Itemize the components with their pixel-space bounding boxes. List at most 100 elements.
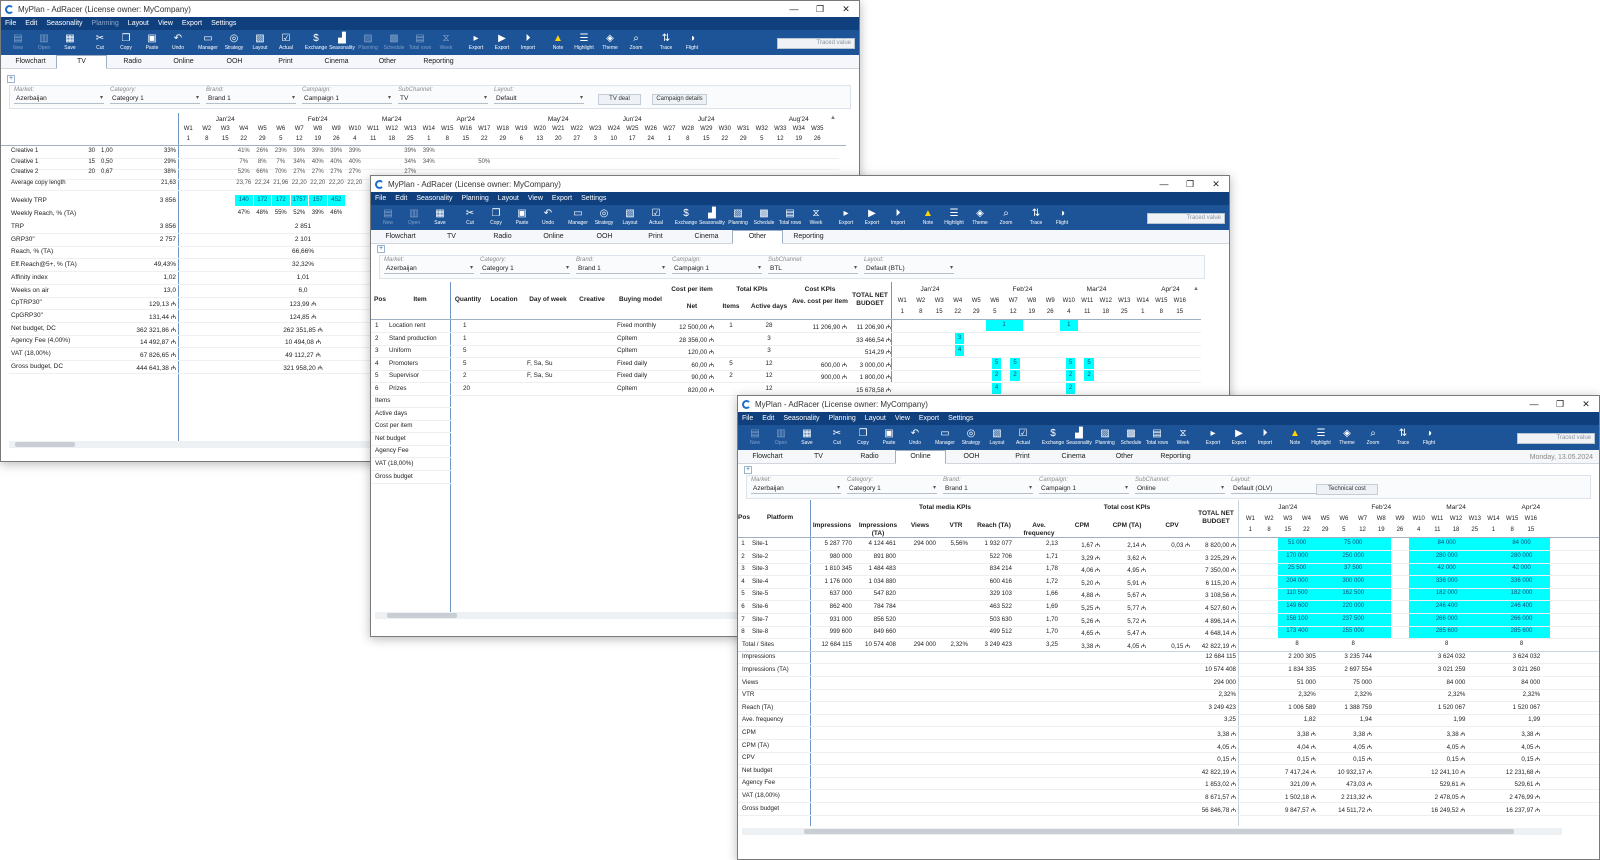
menu-file[interactable]: File: [742, 415, 753, 422]
menu-settings[interactable]: Settings: [948, 415, 973, 422]
filter-dropdown[interactable]: Brand 1: [206, 94, 296, 104]
collapse-filters-icon[interactable]: +: [7, 75, 15, 83]
cut-button[interactable]: ✂ Cut: [824, 428, 850, 446]
filter-dropdown[interactable]: Default: [494, 94, 584, 104]
open-button[interactable]: ▥ Open: [768, 428, 794, 446]
scroll-up-icon[interactable]: ▲: [830, 115, 836, 121]
new-button[interactable]: ▤ New: [5, 33, 31, 51]
export-button[interactable]: ▸ Export: [1200, 428, 1226, 446]
menu-planning[interactable]: Planning: [92, 20, 119, 27]
filter-dropdown[interactable]: Brand 1: [943, 484, 1033, 494]
new-button[interactable]: ▤ New: [375, 208, 401, 226]
note-button[interactable]: ▲ Note: [915, 208, 941, 226]
tab-online[interactable]: Online: [895, 450, 946, 464]
menu-seasonality[interactable]: Seasonality: [416, 195, 452, 202]
import-button[interactable]: ⏵ Import: [1252, 428, 1278, 446]
export-button[interactable]: ▸ Export: [463, 33, 489, 51]
menu-settings[interactable]: Settings: [581, 195, 606, 202]
schedule-button[interactable]: ▩ Schedule: [1118, 428, 1144, 446]
trace-button[interactable]: ⇅ Trace: [653, 33, 679, 51]
tab-radio[interactable]: Radio: [844, 451, 895, 463]
campaign-details-button[interactable]: Campaign details: [652, 94, 707, 105]
manager-button[interactable]: ▭ Manager: [932, 428, 958, 446]
filter-dropdown[interactable]: Online: [1135, 484, 1225, 494]
minimize-icon[interactable]: —: [781, 4, 807, 15]
restore-icon[interactable]: ❐: [1547, 399, 1573, 410]
menu-view[interactable]: View: [528, 195, 543, 202]
filter-dropdown[interactable]: Campaign 1: [672, 264, 762, 274]
tab-tv[interactable]: TV: [793, 451, 844, 463]
tab-other[interactable]: Other: [1099, 451, 1150, 463]
technical-cost-button[interactable]: Technical cost: [1316, 484, 1378, 495]
filter-dropdown[interactable]: Default (BTL): [864, 264, 954, 274]
export-button[interactable]: ▶ Export: [859, 208, 885, 226]
zoom-button[interactable]: ⌕ Zoom: [1360, 428, 1386, 446]
manager-button[interactable]: ▭ Manager: [195, 33, 221, 51]
tab-ooh[interactable]: OOH: [946, 451, 997, 463]
filter-dropdown[interactable]: BTL: [768, 264, 858, 274]
week-button[interactable]: ⧖ Week: [1170, 428, 1196, 446]
menu-planning[interactable]: Planning: [462, 195, 489, 202]
tab-online[interactable]: Online: [158, 56, 209, 68]
highlight-button[interactable]: ☰ Highlight: [941, 208, 967, 226]
filter-dropdown[interactable]: Azerbaijan: [751, 484, 841, 494]
minimize-icon[interactable]: —: [1151, 179, 1177, 190]
menu-planning[interactable]: Planning: [829, 415, 856, 422]
tv-deal-button[interactable]: TV deal: [598, 94, 641, 105]
theme-button[interactable]: ◈ Theme: [597, 33, 623, 51]
tab-flowchart[interactable]: Flowchart: [375, 231, 426, 243]
collapse-filters-icon[interactable]: +: [744, 466, 752, 474]
theme-button[interactable]: ◈ Theme: [967, 208, 993, 226]
tab-print[interactable]: Print: [260, 56, 311, 68]
planning-button[interactable]: ▨ Planning: [1092, 428, 1118, 446]
menu-settings[interactable]: Settings: [211, 20, 236, 27]
tab-print[interactable]: Print: [997, 451, 1048, 463]
tab-tv[interactable]: TV: [56, 55, 107, 69]
tab-ooh[interactable]: OOH: [209, 56, 260, 68]
filter-dropdown[interactable]: Brand 1: [576, 264, 666, 274]
seasonality-button[interactable]: ▟ Seasonality: [329, 33, 355, 51]
tab-flowchart[interactable]: Flowchart: [5, 56, 56, 68]
trace-button[interactable]: ⇅ Trace: [1023, 208, 1049, 226]
seasonality-button[interactable]: ▟ Seasonality: [1066, 428, 1092, 446]
flight-button[interactable]: ◑ Flight: [1416, 428, 1442, 446]
highlight-button[interactable]: ☰ Highlight: [571, 33, 597, 51]
menu-file[interactable]: File: [5, 20, 16, 27]
flight-button[interactable]: ◑ Flight: [1049, 208, 1075, 226]
menu-view[interactable]: View: [158, 20, 173, 27]
filter-dropdown[interactable]: Category 1: [480, 264, 570, 274]
menu-seasonality[interactable]: Seasonality: [783, 415, 819, 422]
cut-button[interactable]: ✂ Cut: [457, 208, 483, 226]
tab-radio[interactable]: Radio: [107, 56, 158, 68]
tab-cinema[interactable]: Cinema: [311, 56, 362, 68]
actual-button[interactable]: ☑ Actual: [1010, 428, 1036, 446]
close-icon[interactable]: ✕: [1573, 399, 1599, 410]
tab-other[interactable]: Other: [732, 230, 783, 244]
flight-button[interactable]: ◑ Flight: [679, 33, 705, 51]
undo-button[interactable]: ↶ Undo: [535, 208, 561, 226]
schedule-button[interactable]: ▩ Schedule: [381, 33, 407, 51]
tab-reporting[interactable]: Reporting: [413, 56, 464, 68]
menu-view[interactable]: View: [895, 415, 910, 422]
undo-button[interactable]: ↶ Undo: [902, 428, 928, 446]
menu-edit[interactable]: Edit: [395, 195, 407, 202]
manager-button[interactable]: ▭ Manager: [565, 208, 591, 226]
tab-other[interactable]: Other: [362, 56, 413, 68]
filter-dropdown[interactable]: Default (OLV): [1231, 484, 1321, 494]
paste-button[interactable]: ▣ Paste: [876, 428, 902, 446]
cut-button[interactable]: ✂ Cut: [87, 33, 113, 51]
menu-layout[interactable]: Layout: [498, 195, 519, 202]
horizontal-scrollbar[interactable]: [742, 828, 1562, 835]
filter-dropdown[interactable]: Azerbaijan: [14, 94, 104, 104]
tab-radio[interactable]: Radio: [477, 231, 528, 243]
tab-ooh[interactable]: OOH: [579, 231, 630, 243]
menu-file[interactable]: File: [375, 195, 386, 202]
layout-button[interactable]: ▧ Layout: [247, 33, 273, 51]
close-icon[interactable]: ✕: [833, 4, 859, 15]
total-rows-button[interactable]: ▤ Total rows: [1144, 428, 1170, 446]
filter-dropdown[interactable]: Category 1: [847, 484, 937, 494]
collapse-filters-icon[interactable]: +: [377, 245, 385, 253]
paste-button[interactable]: ▣ Paste: [509, 208, 535, 226]
actual-button[interactable]: ☑ Actual: [273, 33, 299, 51]
restore-icon[interactable]: ❐: [807, 4, 833, 15]
